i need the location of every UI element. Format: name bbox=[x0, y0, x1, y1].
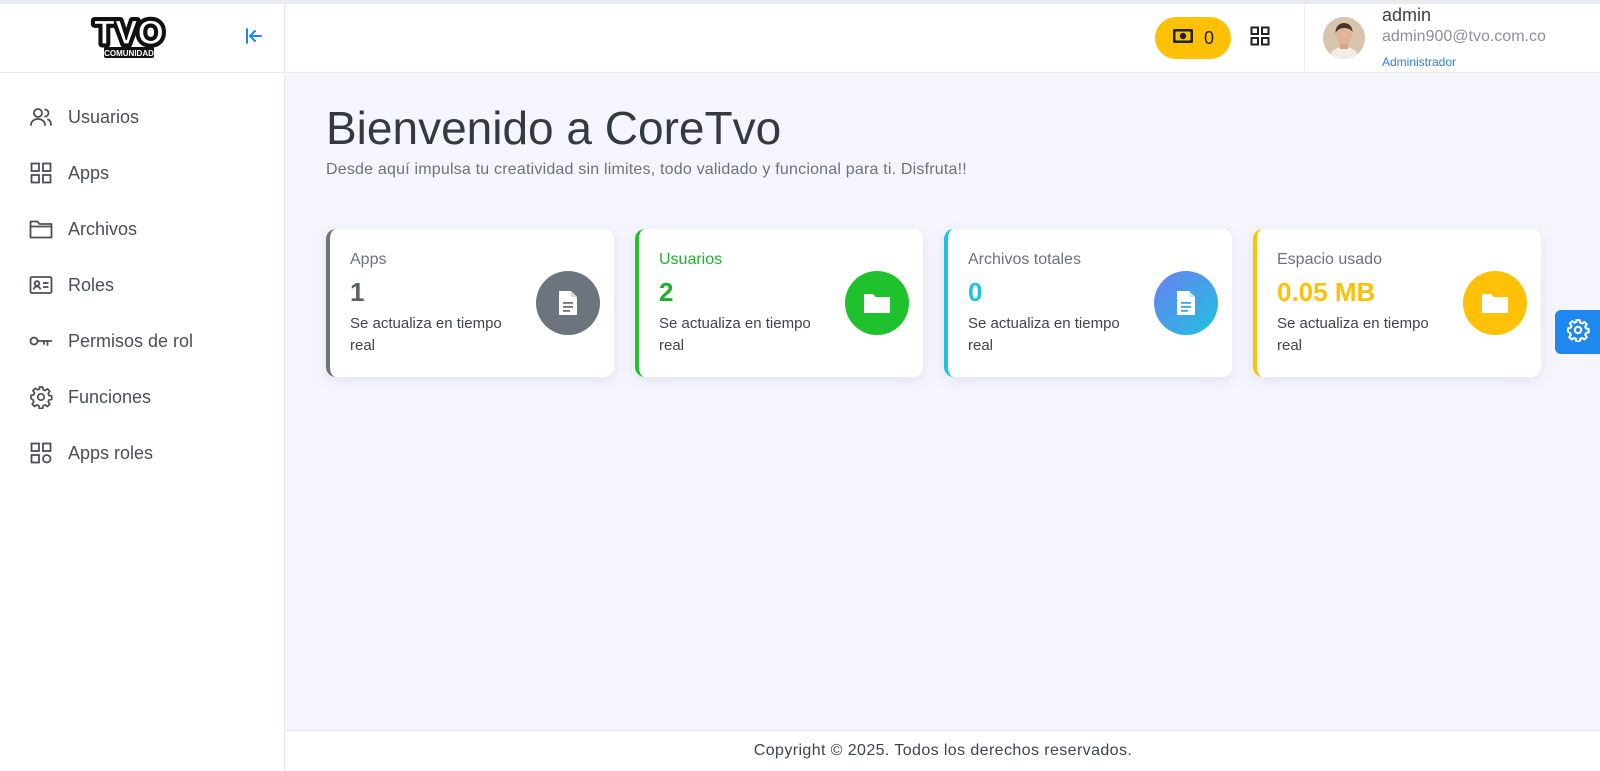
stat-value: 2 bbox=[659, 277, 674, 307]
money-bill-icon bbox=[1172, 28, 1194, 49]
folder-icon bbox=[1463, 271, 1527, 335]
stat-note: Se actualiza en tiempo real bbox=[659, 315, 811, 354]
svg-text:COMUNIDAD: COMUNIDAD bbox=[104, 49, 154, 58]
folder-icon bbox=[845, 271, 909, 335]
user-menu[interactable]: admin admin900@tvo.com.co Administrador bbox=[1304, 4, 1600, 73]
stat-label: Espacio usado bbox=[1277, 251, 1382, 268]
document-icon bbox=[536, 271, 600, 335]
grid-icon bbox=[28, 440, 54, 466]
footer: Copyright © 2025. Todos los derechos res… bbox=[286, 730, 1600, 771]
stat-label: Apps bbox=[350, 251, 387, 268]
gear-icon bbox=[1566, 318, 1590, 347]
settings-floating-button[interactable] bbox=[1555, 310, 1600, 354]
stat-card-usuarios: Usuarios 2 Se actualiza en tiempo real bbox=[635, 229, 923, 377]
tvo-logo[interactable]: TVO TVO COMUNIDAD bbox=[90, 11, 168, 60]
main-content: Bienvenido a CoreTvo Desde aquí impulsa … bbox=[286, 73, 1600, 730]
sidebar-item-label: Funciones bbox=[68, 386, 152, 407]
sidebar-item-label: Roles bbox=[68, 274, 115, 295]
sidebar-item-funciones[interactable]: Funciones bbox=[0, 369, 284, 425]
sidebar: TVO TVO COMUNIDAD Usuarios Apps Archivos… bbox=[0, 4, 285, 771]
sidebar-nav: Usuarios Apps Archivos Roles Permisos de… bbox=[0, 73, 284, 481]
sidebar-item-permisos-de-rol[interactable]: Permisos de rol bbox=[0, 313, 284, 369]
id-card-icon bbox=[28, 272, 54, 298]
grid-icon bbox=[1250, 26, 1270, 51]
key-icon bbox=[28, 328, 54, 354]
svg-text:TVO: TVO bbox=[94, 14, 164, 52]
brand-bar: TVO TVO COMUNIDAD bbox=[0, 4, 284, 73]
document-icon bbox=[1154, 271, 1218, 335]
user-email: admin900@tvo.com.co bbox=[1382, 28, 1546, 45]
sidebar-item-label: Apps bbox=[68, 162, 110, 183]
sidebar-item-apps-roles[interactable]: Apps roles bbox=[0, 425, 284, 481]
sidebar-item-roles[interactable]: Roles bbox=[0, 257, 284, 313]
coins-count: 0 bbox=[1203, 27, 1214, 48]
stat-label: Usuarios bbox=[659, 251, 723, 268]
top-header: 0 admin admin900@tvo.com.co Administrado… bbox=[286, 4, 1600, 73]
user-role: Administrador bbox=[1382, 55, 1457, 69]
collapse-sidebar-button[interactable] bbox=[240, 24, 268, 52]
sidebar-item-label: Archivos bbox=[68, 218, 138, 239]
apps-menu-button[interactable] bbox=[1246, 24, 1274, 52]
avatar bbox=[1323, 17, 1365, 59]
stat-value: 0.05 MB bbox=[1277, 277, 1376, 307]
page-subtitle: Desde aquí impulsa tu creatividad sin li… bbox=[326, 161, 967, 178]
sidebar-item-label: Apps roles bbox=[68, 442, 154, 463]
stat-card-apps: Apps 1 Se actualiza en tiempo real bbox=[326, 229, 614, 377]
stat-value: 0 bbox=[968, 277, 983, 307]
stat-note: Se actualiza en tiempo real bbox=[968, 315, 1120, 354]
folder-icon bbox=[28, 216, 54, 242]
page-title: Bienvenido a CoreTvo bbox=[326, 102, 782, 154]
stat-label: Archivos totales bbox=[968, 251, 1081, 268]
sidebar-item-usuarios[interactable]: Usuarios bbox=[0, 89, 284, 145]
sidebar-item-apps[interactable]: Apps bbox=[0, 145, 284, 201]
gear-icon bbox=[28, 384, 54, 410]
stat-note: Se actualiza en tiempo real bbox=[1277, 315, 1429, 354]
copyright-text: Copyright © 2025. Todos los derechos res… bbox=[753, 742, 1133, 759]
coins-button[interactable]: 0 bbox=[1155, 17, 1231, 59]
arrow-left-to-bar-icon bbox=[244, 26, 264, 51]
grid-icon bbox=[28, 160, 54, 186]
sidebar-item-archivos[interactable]: Archivos bbox=[0, 201, 284, 257]
stat-value: 1 bbox=[350, 277, 365, 307]
stat-card-espacio-usado: Espacio usado 0.05 MB Se actualiza en ti… bbox=[1253, 229, 1541, 377]
user-name: admin bbox=[1382, 5, 1432, 25]
sidebar-item-label: Usuarios bbox=[68, 106, 140, 127]
stat-card-archivos-totales: Archivos totales 0 Se actualiza en tiemp… bbox=[944, 229, 1232, 377]
stat-note: Se actualiza en tiempo real bbox=[350, 315, 502, 354]
users-icon bbox=[28, 104, 54, 130]
sidebar-item-label: Permisos de rol bbox=[68, 330, 194, 351]
